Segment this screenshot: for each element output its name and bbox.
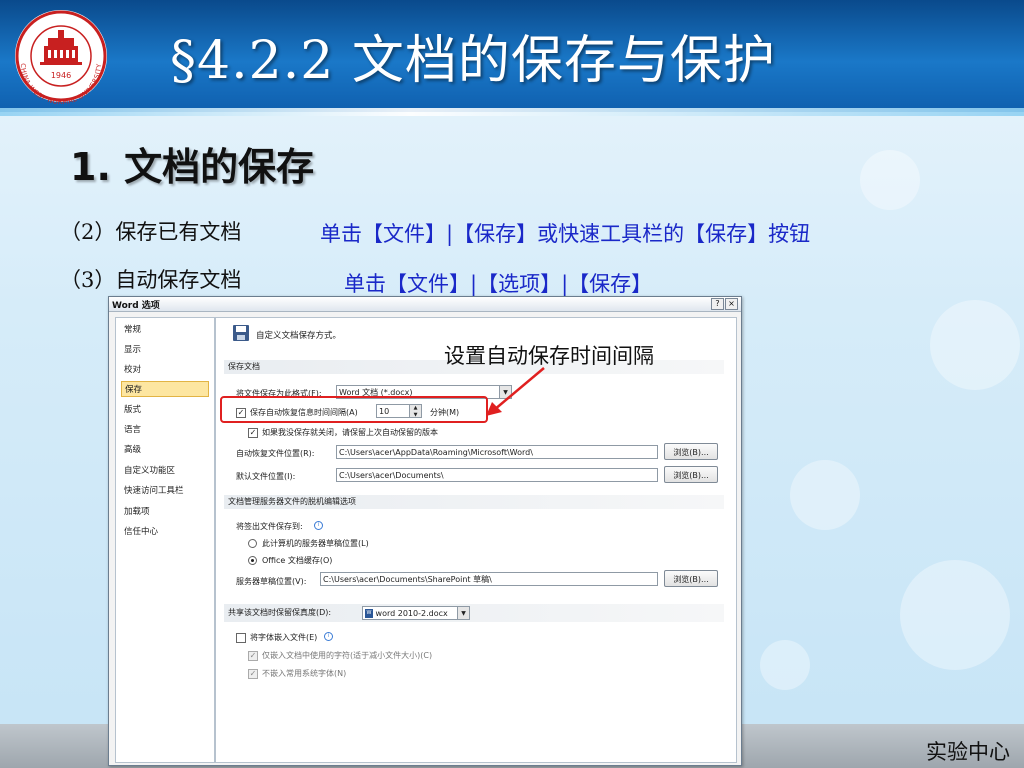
server-drafts-input[interactable]: C:\Users\acer\Documents\SharePoint 草稿\ [320, 572, 658, 586]
nav-item-save[interactable]: 保存 [121, 381, 209, 397]
nav-item-addins[interactable]: 加载项 [124, 504, 210, 520]
radio-server-drafts[interactable] [248, 539, 257, 548]
university-logo: 1946 CHINA WEST NORMAL UNIVERSITY [15, 10, 107, 104]
section-number: 1. [70, 145, 111, 189]
default-location-input[interactable]: C:\Users\acer\Documents\ [336, 468, 658, 482]
slide-title: §4.2.2 文档的保存与保护 [170, 31, 776, 91]
browse-autorecover-button[interactable]: 浏览(B)... [664, 443, 718, 460]
close-button[interactable]: × [725, 298, 738, 310]
nav-item-quick-access-toolbar[interactable]: 快速访问工具栏 [124, 483, 210, 499]
step-instruction-save-existing: 单击【文件】|【保存】或快速工具栏的【保存】按钮 [320, 222, 811, 246]
logo-year: 1946 [51, 71, 71, 80]
decor-bubble [930, 300, 1020, 390]
autorecover-highlight-box [220, 396, 488, 423]
step-label-autosave: （3）自动保存文档 [60, 268, 242, 292]
option-server-drafts-label: 此计算机的服务器草稿位置(L) [262, 539, 369, 548]
dialog-title: Word 选项 [112, 301, 160, 311]
decor-bubble [790, 460, 860, 530]
no-common-fonts-checkbox[interactable]: ✓ [248, 669, 258, 679]
chevron-down-icon: ▼ [457, 607, 469, 619]
group-offline-editing: 文档管理服务器文件的脱机编辑选项 [224, 495, 724, 509]
autorecover-location-input[interactable]: C:\Users\acer\AppData\Roaming\Microsoft\… [336, 445, 658, 459]
fidelity-document-select[interactable]: W word 2010-2.docx ▼ [362, 606, 470, 620]
autorecover-location-label: 自动恢复文件位置(R): [236, 449, 315, 458]
nav-item-trust-center[interactable]: 信任中心 [124, 524, 210, 540]
fidelity-document-value: word 2010-2.docx [375, 609, 448, 618]
nav-item-display[interactable]: 显示 [124, 342, 210, 358]
server-drafts-label: 服务器草稿位置(V): [236, 577, 307, 586]
section-heading: 1. 文档的保存 [70, 136, 314, 191]
no-common-fonts-label: 不嵌入常用系统字体(N) [262, 669, 347, 678]
group-fidelity: 共享该文档时保留保真度(D): [224, 604, 724, 622]
callout-arrow-icon [486, 367, 545, 416]
step-instruction-autosave: 单击【文件】|【选项】|【保存】 [344, 272, 653, 296]
decor-bubble [760, 640, 810, 690]
dialog-titlebar: Word 选项 ? × [109, 297, 741, 312]
info-icon: i [314, 521, 323, 530]
save-checked-out-label: 将签出文件保存到: [236, 522, 303, 531]
word-doc-icon: W [365, 609, 373, 618]
decor-bubble [860, 150, 920, 210]
embed-fonts-checkbox[interactable] [236, 633, 246, 643]
default-location-label: 默认文件位置(I): [236, 472, 296, 481]
options-content: 自定义文档保存方式。 保存文档 将文件保存为此格式(F): Word 文档 (*… [215, 317, 737, 763]
browse-default-button[interactable]: 浏览(B)... [664, 466, 718, 483]
fidelity-label: 共享该文档时保留保真度(D): [228, 608, 332, 617]
radio-office-cache[interactable] [248, 556, 257, 565]
embed-used-chars-checkbox[interactable]: ✓ [248, 651, 258, 661]
keep-last-version-label: 如果我没保存就关闭，请保留上次自动保留的版本 [262, 428, 438, 437]
info-icon: i [324, 632, 333, 641]
footer-label: 实验中心 [926, 740, 1010, 764]
save-disk-icon [233, 325, 249, 341]
nav-item-general[interactable]: 常规 [124, 322, 210, 338]
header-stripe [0, 108, 1024, 116]
browse-server-drafts-button[interactable]: 浏览(B)... [664, 570, 718, 587]
decor-bubble [900, 560, 1010, 670]
save-header-text: 自定义文档保存方式。 [256, 331, 342, 341]
options-nav: 常规 显示 校对 保存 版式 语言 高级 自定义功能区 快速访问工具栏 加载项 … [115, 317, 215, 763]
step-label-save-existing: （2）保存已有文档 [60, 220, 242, 244]
embed-used-chars-label: 仅嵌入文档中使用的字符(适于减小文件大小)(C) [262, 651, 433, 660]
section-title: 文档的保存 [124, 145, 315, 189]
nav-item-layout[interactable]: 版式 [124, 402, 210, 418]
nav-item-proofing[interactable]: 校对 [124, 362, 210, 378]
help-button[interactable]: ? [711, 298, 724, 310]
nav-item-language[interactable]: 语言 [124, 422, 210, 438]
keep-last-version-checkbox[interactable]: ✓ [248, 428, 258, 438]
option-office-cache-label: Office 文档缓存(O) [262, 556, 333, 565]
nav-item-customize-ribbon[interactable]: 自定义功能区 [124, 463, 210, 479]
nav-item-advanced[interactable]: 高级 [124, 442, 210, 458]
embed-fonts-label: 将字体嵌入文件(E) [250, 633, 318, 642]
